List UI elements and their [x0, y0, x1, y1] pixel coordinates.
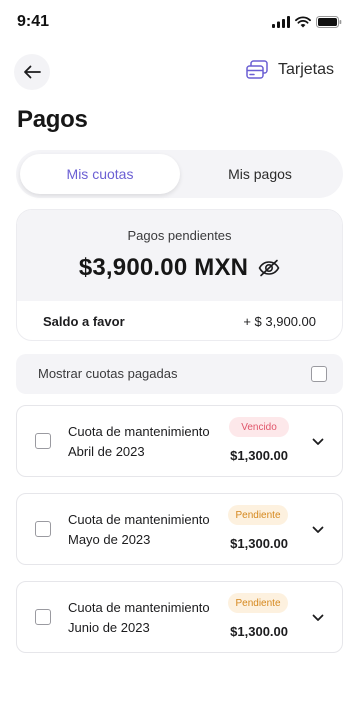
expand-fee-button[interactable]: [308, 432, 328, 452]
show-paid-fees-label: Mostrar cuotas pagadas: [38, 366, 178, 381]
fee-amount: $1,300.00: [230, 448, 288, 463]
status-bar: 9:41: [0, 0, 360, 44]
fee-title: Cuota de mantenimiento: [68, 600, 210, 615]
chevron-down-icon: [312, 614, 324, 621]
fee-card[interactable]: Cuota de mantenimiento Junio de 2023 Pen…: [16, 581, 343, 653]
fee-period: Mayo de 2023: [68, 532, 151, 547]
pending-payments-label: Pagos pendientes: [127, 228, 232, 243]
eye-off-icon: [258, 259, 280, 277]
fee-card[interactable]: Cuota de mantenimiento Abril de 2023 Ven…: [16, 405, 343, 477]
page-title: Pagos: [17, 106, 88, 133]
balance-card: Pagos pendientes $3,900.00 MXN Saldo a f…: [16, 209, 343, 341]
chevron-down-icon: [312, 438, 324, 445]
wifi-icon: [295, 16, 311, 28]
cards-label: Tarjetas: [277, 61, 334, 78]
back-button[interactable]: [14, 54, 50, 90]
fee-amount: $1,300.00: [230, 536, 288, 551]
battery-icon: [316, 16, 342, 28]
chevron-down-icon: [312, 526, 324, 533]
credit-card-icon: [246, 60, 268, 79]
fee-title: Cuota de mantenimiento: [68, 424, 210, 439]
tab-mis-pagos[interactable]: Mis pagos: [180, 154, 340, 194]
fee-title: Cuota de mantenimiento: [68, 512, 210, 527]
cards-link[interactable]: Tarjetas: [246, 60, 334, 80]
pending-payments-section: Pagos pendientes $3,900.00 MXN: [17, 210, 342, 301]
status-badge: Pendiente: [228, 505, 288, 525]
show-paid-fees-checkbox[interactable]: [311, 366, 327, 382]
expand-fee-button[interactable]: [308, 520, 328, 540]
expand-fee-button[interactable]: [308, 608, 328, 628]
fee-period: Junio de 2023: [68, 620, 150, 635]
signal-icon: [272, 16, 290, 28]
status-icons: [272, 16, 342, 28]
show-paid-fees-row[interactable]: Mostrar cuotas pagadas: [16, 354, 343, 394]
fee-amount: $1,300.00: [230, 624, 288, 639]
fee-checkbox[interactable]: [35, 521, 51, 537]
visibility-toggle[interactable]: [258, 259, 280, 277]
status-badge: Pendiente: [228, 593, 288, 613]
arrow-left-icon: [24, 65, 41, 79]
tab-mis-cuotas[interactable]: Mis cuotas: [20, 154, 180, 194]
status-badge: Vencido: [229, 417, 289, 437]
tabs: Mis cuotas Mis pagos: [16, 150, 343, 198]
balance-in-favor-amount: + $ 3,900.00: [243, 314, 316, 329]
balance-in-favor-label: Saldo a favor: [43, 314, 125, 329]
fee-period: Abril de 2023: [68, 444, 145, 459]
pending-payments-amount: $3,900.00 MXN: [78, 254, 249, 281]
fee-checkbox[interactable]: [35, 433, 51, 449]
fee-checkbox[interactable]: [35, 609, 51, 625]
fee-card[interactable]: Cuota de mantenimiento Mayo de 2023 Pend…: [16, 493, 343, 565]
status-time: 9:41: [17, 13, 50, 30]
